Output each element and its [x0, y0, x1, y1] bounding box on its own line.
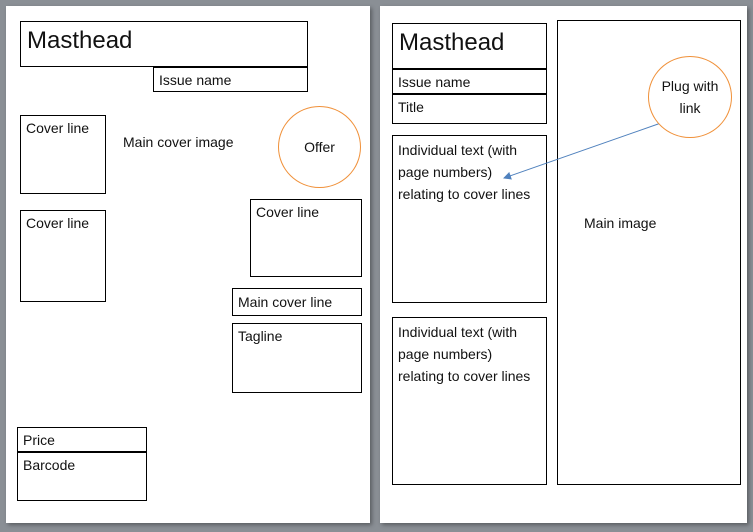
plug-label: Plug with link — [661, 78, 719, 116]
masthead-box: Masthead — [20, 21, 308, 67]
title-label: Title — [398, 99, 424, 115]
offer-circle: Offer — [278, 106, 361, 188]
tagline-label: Tagline — [238, 328, 283, 344]
tagline-box: Tagline — [232, 323, 362, 393]
individual-text-label: Individual text (with page numbers) rela… — [398, 142, 531, 202]
offer-label: Offer — [304, 139, 335, 155]
cover-line-label: Cover line — [256, 204, 320, 220]
price-label: Price — [23, 432, 55, 448]
issue-name-box: Issue name — [392, 69, 547, 94]
cover-line-label: Cover line — [26, 215, 90, 231]
masthead-label: Masthead — [399, 29, 505, 56]
individual-text-label: Individual text (with page numbers) rela… — [398, 324, 531, 384]
main-cover-line-box: Main cover line — [232, 288, 362, 316]
main-cover-image-label: Main cover image — [123, 134, 234, 150]
left-page-layout: Masthead Issue name Cover line Main cove… — [6, 6, 370, 523]
barcode-box: Barcode — [17, 452, 147, 501]
issue-name-label: Issue name — [159, 72, 232, 88]
right-page-layout: Masthead Issue name Title Individual tex… — [380, 6, 747, 523]
cover-line-box: Cover line — [250, 199, 362, 277]
issue-name-label: Issue name — [398, 74, 471, 90]
individual-text-box: Individual text (with page numbers) rela… — [392, 135, 547, 303]
cover-line-box: Cover line — [20, 210, 106, 302]
individual-text-box: Individual text (with page numbers) rela… — [392, 317, 547, 485]
barcode-label: Barcode — [23, 457, 76, 473]
cover-line-label: Cover line — [26, 120, 90, 136]
main-image-label: Main image — [584, 215, 657, 231]
masthead-label: Masthead — [27, 27, 133, 54]
plug-circle: Plug with link — [648, 56, 732, 138]
issue-name-box: Issue name — [153, 67, 308, 92]
price-box: Price — [17, 427, 147, 452]
title-box: Title — [392, 94, 547, 124]
cover-line-box: Cover line — [20, 115, 106, 194]
main-cover-line-label: Main cover line — [238, 294, 333, 310]
masthead-box: Masthead — [392, 23, 547, 69]
